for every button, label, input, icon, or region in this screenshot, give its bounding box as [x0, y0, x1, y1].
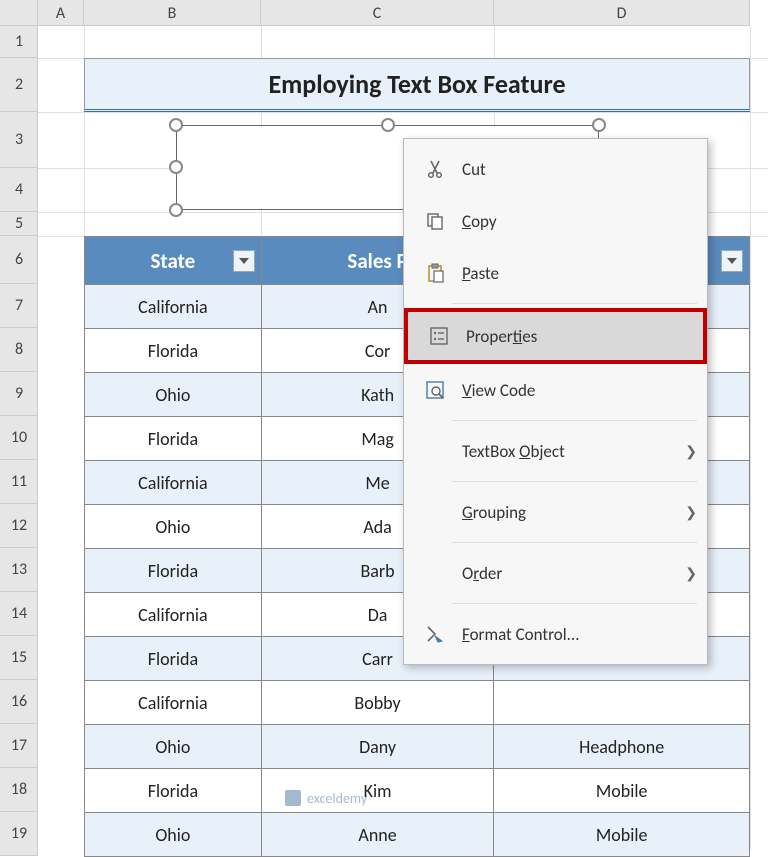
table-cell[interactable]: Dany: [261, 725, 494, 769]
row-header-1[interactable]: 1: [0, 26, 38, 58]
table-row: FloridaKimMobile: [85, 769, 750, 813]
menu-textbox-object[interactable]: TextBox Object ❯: [404, 425, 707, 477]
menu-copy[interactable]: Copy: [404, 195, 707, 247]
table-cell[interactable]: Florida: [85, 549, 262, 593]
col-header-d[interactable]: D: [494, 0, 750, 26]
row-header-14[interactable]: 14: [0, 592, 38, 636]
page-title: Employing Text Box Feature: [84, 58, 750, 112]
handle-bl[interactable]: [169, 203, 183, 217]
col-header-a[interactable]: A: [38, 0, 84, 26]
filter-button-product[interactable]: [721, 250, 743, 272]
table-cell[interactable]: Ohio: [85, 505, 262, 549]
filter-button-state[interactable]: [233, 250, 255, 272]
context-menu: Cut Copy Paste Properties View Code Text…: [403, 138, 708, 665]
table-cell[interactable]: Ohio: [85, 373, 262, 417]
menu-separator: [452, 481, 697, 482]
row-header-10[interactable]: 10: [0, 416, 38, 460]
handle-tr[interactable]: [592, 118, 606, 132]
table-header-state: State: [85, 237, 262, 285]
row-header-6[interactable]: 6: [0, 236, 38, 284]
table-cell[interactable]: Ohio: [85, 813, 262, 857]
row-header-13[interactable]: 13: [0, 548, 38, 592]
row-header-16[interactable]: 16: [0, 680, 38, 724]
table-cell[interactable]: Mobile: [494, 813, 750, 857]
col-header-b[interactable]: B: [84, 0, 261, 26]
menu-order[interactable]: Order ❯: [404, 547, 707, 599]
properties-icon: [422, 326, 456, 346]
table-cell[interactable]: California: [85, 461, 262, 505]
table-row: OhioAnneMobile: [85, 813, 750, 857]
chevron-right-icon: ❯: [685, 443, 697, 460]
table-cell[interactable]: [494, 681, 750, 725]
chevron-right-icon: ❯: [685, 565, 697, 582]
menu-grouping[interactable]: Grouping ❯: [404, 486, 707, 538]
paste-icon: [418, 263, 452, 283]
row-header-19[interactable]: 19: [0, 812, 38, 856]
table-cell[interactable]: Ohio: [85, 725, 262, 769]
chevron-right-icon: ❯: [685, 504, 697, 521]
row-header-7[interactable]: 7: [0, 284, 38, 328]
menu-properties[interactable]: Properties: [404, 308, 707, 364]
row-header-9[interactable]: 9: [0, 372, 38, 416]
table-cell[interactable]: Anne: [261, 813, 494, 857]
table-cell[interactable]: Florida: [85, 417, 262, 461]
cut-icon: [418, 159, 452, 179]
select-all-corner[interactable]: [0, 0, 38, 26]
handle-ml[interactable]: [169, 160, 183, 174]
table-cell[interactable]: Florida: [85, 769, 262, 813]
table-cell[interactable]: California: [85, 593, 262, 637]
handle-tc[interactable]: [381, 118, 395, 132]
menu-format-control[interactable]: Format Control...: [404, 608, 707, 660]
handle-tl[interactable]: [169, 118, 183, 132]
row-headers: 1 2 3 4 5 6 7 8 9 10 11 12 13 14 15 16 1…: [0, 26, 38, 856]
row-header-5[interactable]: 5: [0, 212, 38, 236]
row-header-8[interactable]: 8: [0, 328, 38, 372]
menu-separator: [452, 542, 697, 543]
table-cell[interactable]: California: [85, 681, 262, 725]
watermark: exceldemy: [283, 788, 367, 808]
menu-cut[interactable]: Cut: [404, 143, 707, 195]
table-cell[interactable]: Bobby: [261, 681, 494, 725]
table-row: OhioDanyHeadphone: [85, 725, 750, 769]
menu-separator: [452, 420, 697, 421]
row-header-11[interactable]: 11: [0, 460, 38, 504]
menu-view-code[interactable]: View Code: [404, 364, 707, 416]
menu-separator: [452, 303, 697, 304]
copy-icon: [418, 211, 452, 231]
col-header-c[interactable]: C: [261, 0, 494, 26]
table-cell[interactable]: Headphone: [494, 725, 750, 769]
row-header-15[interactable]: 15: [0, 636, 38, 680]
table-cell[interactable]: Florida: [85, 329, 262, 373]
view-code-icon: [418, 380, 452, 400]
row-header-12[interactable]: 12: [0, 504, 38, 548]
row-header-4[interactable]: 4: [0, 168, 38, 212]
menu-paste[interactable]: Paste: [404, 247, 707, 299]
row-header-2[interactable]: 2: [0, 58, 38, 112]
menu-separator: [452, 603, 697, 604]
column-headers: A B C D: [0, 0, 750, 26]
row-header-18[interactable]: 18: [0, 768, 38, 812]
table-cell[interactable]: California: [85, 285, 262, 329]
table-row: CaliforniaBobby: [85, 681, 750, 725]
table-cell[interactable]: Florida: [85, 637, 262, 681]
row-header-17[interactable]: 17: [0, 724, 38, 768]
table-cell[interactable]: Mobile: [494, 769, 750, 813]
row-header-3[interactable]: 3: [0, 112, 38, 168]
format-control-icon: [418, 624, 452, 644]
